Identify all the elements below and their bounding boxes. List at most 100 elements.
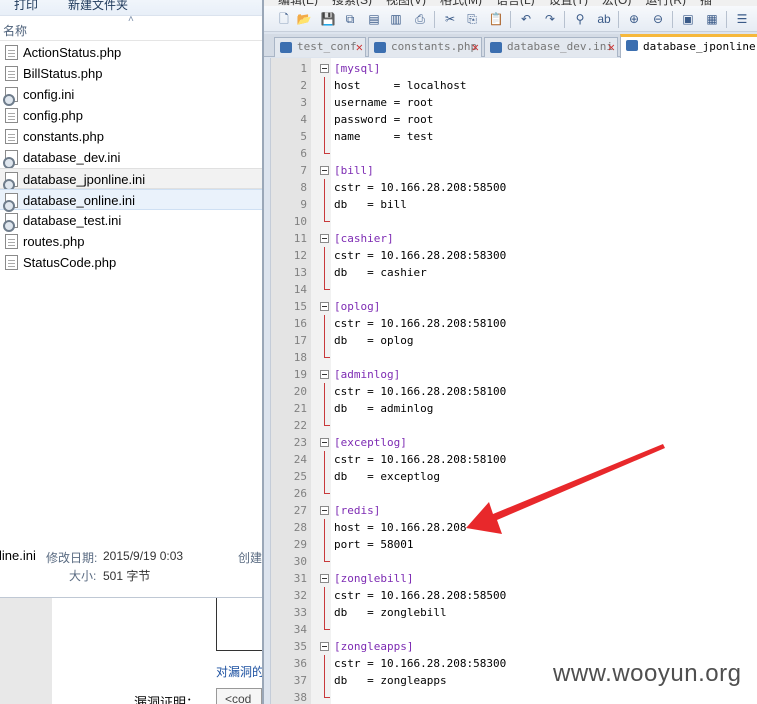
close-file-icon[interactable]: ▤ [366, 11, 382, 27]
fold-guide [324, 94, 325, 111]
file-name: ActionStatus.php [23, 45, 122, 60]
fold-toggle-icon[interactable] [320, 506, 329, 515]
line-number: 23 [293, 436, 307, 449]
fold-guide [324, 400, 325, 417]
config-file-icon [3, 87, 18, 106]
print-button[interactable]: 打印 [14, 0, 38, 13]
ini-equals: = [393, 130, 407, 143]
undo-icon[interactable]: ↶ [518, 11, 534, 27]
file-name: constants.php [23, 129, 104, 144]
ini-key: port [334, 538, 368, 551]
file-list-item[interactable]: BillStatus.php [0, 63, 262, 84]
file-list-item[interactable]: database_jponline.ini [0, 168, 262, 191]
paste-icon[interactable]: 📋 [488, 11, 504, 27]
code-editor[interactable]: 1 [mysql] 2 host = localhost 3 username = roo… [270, 58, 757, 704]
modified-date-label: 修改日期: [46, 551, 98, 565]
file-name: database_test.ini [23, 213, 122, 228]
sync-scroll-icon[interactable]: ▣ [680, 11, 696, 27]
file-list-item[interactable]: database_test.ini [0, 210, 262, 232]
code-line: 15 [oplog] [271, 298, 757, 315]
new-folder-button[interactable]: 新建文件夹 [68, 0, 128, 13]
ini-value: exceptlog [380, 470, 440, 483]
line-number: 6 [300, 147, 307, 160]
column-header-name[interactable]: 名称 [3, 22, 27, 39]
ini-equals: = [367, 385, 381, 398]
fold-toggle-icon[interactable] [320, 234, 329, 243]
copy-icon[interactable]: ⎘ [464, 11, 480, 27]
fold-toggle-icon[interactable] [320, 166, 329, 175]
close-tab-icon[interactable]: ✕ [356, 38, 363, 56]
document-tab[interactable]: database_dev.ini ✕ [484, 37, 618, 57]
fold-guide [324, 179, 325, 196]
fold-toggle-icon[interactable] [320, 370, 329, 379]
zoom-out-icon[interactable]: ⊖ [650, 11, 666, 27]
proof-input[interactable]: <cod [216, 688, 262, 704]
line-number: 29 [293, 538, 307, 551]
ini-key: db [334, 606, 368, 619]
file-list-item[interactable]: StatusCode.php [0, 252, 262, 273]
fold-toggle-icon[interactable] [320, 64, 329, 73]
code-line: 38 [271, 689, 757, 704]
file-list-item[interactable]: constants.php [0, 126, 262, 147]
open-file-icon[interactable]: 📂 [296, 11, 312, 27]
ini-section-header: [oplog] [334, 300, 381, 313]
tab-label: database_dev.ini [507, 40, 613, 53]
wrap-icon[interactable]: ▦ [704, 11, 720, 27]
file-list-item[interactable]: ActionStatus.php [0, 42, 262, 63]
replace-icon[interactable]: ab [596, 11, 612, 27]
file-list-item[interactable]: config.php [0, 105, 262, 126]
document-tab[interactable]: constants.php ✕ [368, 37, 482, 57]
fold-toggle-icon[interactable] [320, 574, 329, 583]
ini-key: host [334, 521, 368, 534]
file-list-item[interactable]: database_online.ini [0, 189, 262, 212]
line-number: 33 [293, 606, 307, 619]
fold-toggle-icon[interactable] [320, 438, 329, 447]
php-file-icon [5, 255, 18, 270]
new-file-icon[interactable]: 🗋 [276, 11, 292, 27]
close-tab-icon[interactable]: ✕ [608, 38, 615, 56]
fold-toggle-icon[interactable] [320, 642, 329, 651]
cut-icon[interactable]: ✂ [442, 11, 458, 27]
config-file-icon [3, 213, 18, 232]
file-explorer: 打印 新建文件夹 名称 ˄ ActionStatus.php BillStatus… [0, 0, 262, 704]
document-tab[interactable]: database_jponline.i [620, 34, 757, 58]
ini-value: 10.166.28.208:58100 [380, 385, 507, 398]
zoom-in-icon[interactable]: ⊕ [626, 11, 642, 27]
line-number: 5 [300, 130, 307, 143]
code-line: 10 [271, 213, 757, 230]
close-tab-icon[interactable]: ✕ [472, 38, 479, 56]
file-list-item[interactable]: config.ini [0, 84, 262, 106]
fold-end-guide [324, 349, 330, 358]
indent-guide-icon[interactable]: ☰ [734, 11, 750, 27]
page-frame [216, 598, 262, 651]
fold-toggle-icon[interactable] [320, 302, 329, 311]
php-file-icon [5, 66, 18, 81]
save-icon[interactable]: 💾 [320, 11, 336, 27]
save-all-icon[interactable]: ⧉ [342, 11, 358, 27]
print-icon[interactable]: ⎙ [412, 11, 428, 27]
document-tab[interactable]: test_conf ✕ [274, 37, 366, 57]
php-file-icon [5, 129, 18, 144]
code-line: 11 [cashier] [271, 230, 757, 247]
line-number: 2 [300, 79, 307, 92]
find-icon[interactable]: ⚲ [572, 11, 588, 27]
close-all-icon[interactable]: ▥ [388, 11, 404, 27]
fold-end-guide [324, 281, 330, 290]
toolbar-separator [434, 11, 435, 28]
file-list-item[interactable]: routes.php [0, 231, 262, 252]
ini-key: cstr [334, 385, 368, 398]
fold-end-guide [324, 485, 330, 494]
file-list-item[interactable]: database_dev.ini [0, 147, 262, 169]
line-number: 37 [293, 674, 307, 687]
ini-key: cstr [334, 181, 368, 194]
line-number: 25 [293, 470, 307, 483]
fold-guide [324, 332, 325, 349]
ini-value: root [406, 113, 434, 126]
page-link[interactable]: 对漏洞的 [216, 663, 262, 680]
file-list: ActionStatus.php BillStatus.php config.ini… [0, 42, 262, 273]
redo-icon[interactable]: ↷ [542, 11, 558, 27]
fold-end-guide [324, 417, 330, 426]
saved-file-icon [490, 42, 502, 53]
file-name: StatusCode.php [23, 255, 117, 270]
line-number: 8 [300, 181, 307, 194]
